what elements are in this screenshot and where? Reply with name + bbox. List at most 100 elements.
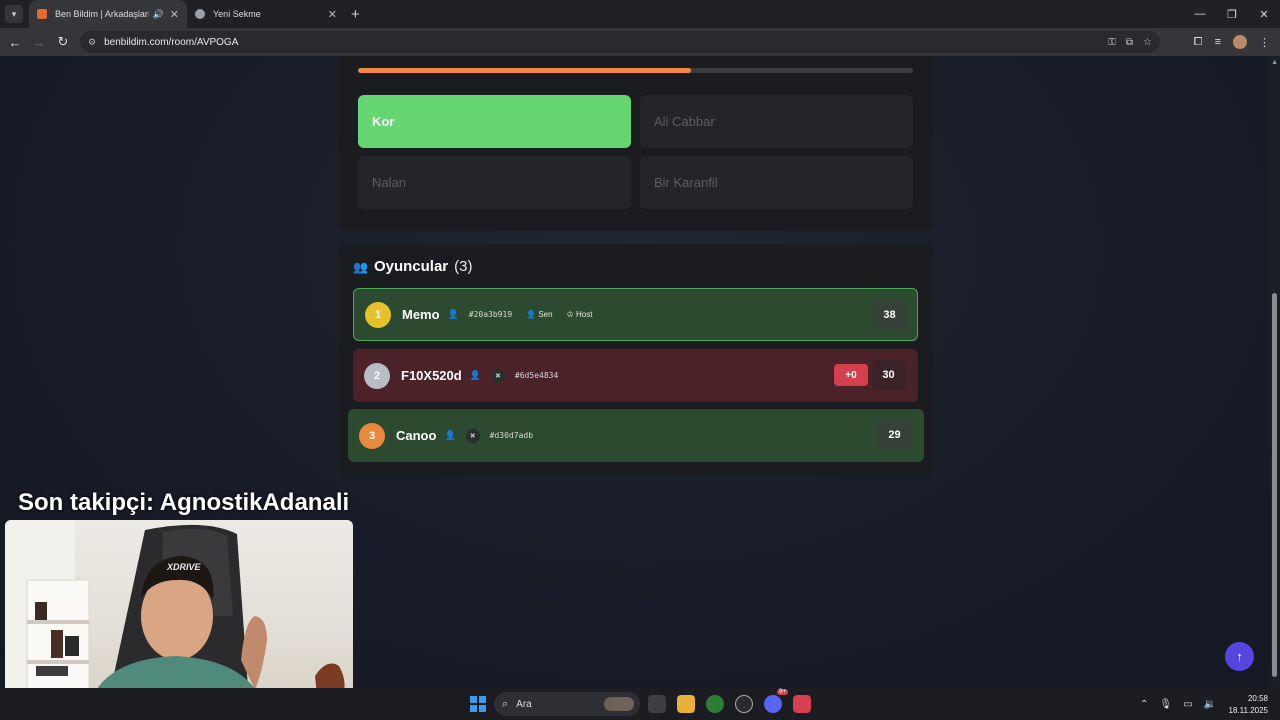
clock-time: 20:58 (1247, 694, 1268, 703)
chrome-icon (195, 9, 205, 19)
close-window-icon[interactable]: ✕ (1248, 0, 1280, 28)
file-explorer-icon[interactable] (677, 695, 695, 713)
crown-icon: ♔ (566, 310, 574, 319)
browser-toolbar: ← → ↻ ⚙ benbildim.com/room/AVPOGA ⚿ ⧉ ☆ … (0, 28, 1280, 56)
search-highlight-image (604, 697, 634, 711)
answer-label: Bir Karanfil (654, 175, 718, 190)
question-card: Kor Ali Cabbar Nalan Bir Karanfil (338, 56, 934, 231)
users-icon: 👥 (353, 259, 368, 274)
task-view-icon[interactable] (648, 695, 666, 713)
bookmark-star-icon[interactable]: ☆ (1143, 37, 1152, 48)
score-badge: 38 (873, 300, 906, 330)
window-controls: — ❐ ✕ (1184, 0, 1280, 28)
rank-badge: 3 (359, 422, 385, 449)
chair-logo: XDRIVE (167, 562, 201, 572)
player-name: F10X520d (401, 368, 462, 383)
players-heading: 👥 Oyuncular (3) (353, 258, 472, 275)
score-badge: 30 (872, 360, 905, 390)
microphone-icon[interactable]: 🎙 (1159, 699, 1172, 710)
taskbar: ⌕ Ara 9+ ⌃ 🎙 ▭ 🔉 20:58 18.11.2025 (0, 688, 1280, 720)
reload-icon[interactable]: ↻ (51, 34, 75, 50)
user-icon: 👤 (469, 370, 481, 380)
chevron-down-icon: ▾ (11, 8, 17, 19)
site-info-icon[interactable]: ⚙ (88, 37, 96, 48)
minimize-icon[interactable]: — (1184, 0, 1216, 28)
answer-label: Kor (372, 114, 395, 129)
close-tab-icon[interactable]: ✕ (170, 8, 179, 21)
rank-badge: 1 (365, 301, 391, 328)
menu-icon[interactable]: ⋮ (1259, 36, 1270, 49)
site-favicon-icon (37, 9, 47, 19)
webcam-image (5, 520, 345, 688)
windows-start-icon[interactable] (470, 696, 486, 712)
page-scrollbar[interactable]: ▲ (1270, 56, 1280, 688)
player-id: #6d5e4834 (514, 371, 559, 380)
media-control-icon[interactable]: ≡ (1215, 36, 1221, 48)
chatgpt-icon[interactable] (735, 695, 753, 713)
player-name: Canoo (396, 428, 437, 443)
tab-new[interactable]: Yeni Sekme ✕ (187, 0, 345, 28)
toolbar-right: ⧠ ≡ ⋮ (1194, 28, 1280, 56)
answer-option-3[interactable]: Nalan (358, 156, 631, 209)
user-icon: 👤 (526, 310, 537, 319)
last-follower-overlay: Son takipçi: AgnostikAdanali (18, 489, 350, 516)
score-badge: 29 (878, 420, 911, 450)
players-count: (3) (454, 258, 473, 275)
kick-user-icon[interactable]: ✖ (490, 368, 505, 383)
search-icon: ⌕ (502, 697, 509, 710)
score-delta-badge: +0 (834, 364, 868, 386)
answer-option-1[interactable]: Kor (358, 95, 631, 148)
player-id: #20a3b919 (468, 310, 513, 319)
kick-user-icon[interactable]: ✖ (465, 428, 480, 443)
player-row: 3 Canoo 👤 ✖ #d30d7adb 29 (348, 409, 924, 462)
taskbar-search[interactable]: ⌕ Ara (494, 692, 640, 716)
host-tag: ♔ Host (566, 310, 593, 319)
question-progress-bar (358, 68, 913, 73)
volume-icon[interactable]: 🔉 (1204, 699, 1216, 710)
you-tag: 👤 Sen (526, 310, 553, 319)
tab-title: Yeni Sekme (213, 9, 261, 19)
url-text: benbildim.com/room/AVPOGA (104, 36, 239, 48)
rank-badge: 2 (364, 362, 390, 389)
profile-avatar[interactable] (1233, 35, 1247, 49)
clock-date: 18.11.2025 (1228, 706, 1268, 715)
tab-strip: ▾ Ben Bildim | Arkadaşlarınla 🔊 ✕ Yeni S… (0, 0, 1280, 28)
key-icon[interactable]: ⚿ (1108, 37, 1116, 48)
chevron-up-icon[interactable]: ⌃ (1140, 699, 1148, 710)
player-name: Memo (402, 307, 440, 322)
restore-icon[interactable]: ❐ (1216, 0, 1248, 28)
page-viewport: Kor Ali Cabbar Nalan Bir Karanfil 👥 Oyun… (0, 56, 1280, 688)
speaker-icon[interactable]: 🔊 (153, 9, 164, 20)
scroll-up-icon[interactable]: ▲ (1271, 59, 1278, 66)
chrome-icon[interactable] (706, 695, 724, 713)
taskbar-clock[interactable]: 20:58 18.11.2025 (1229, 693, 1268, 717)
back-icon[interactable]: ← (3, 35, 27, 50)
players-title: Oyuncular (373, 258, 449, 275)
scrollbar-thumb[interactable] (1272, 293, 1277, 677)
scroll-to-top-button[interactable]: ↑ (1225, 642, 1254, 671)
install-icon[interactable]: ⧉ (1126, 37, 1133, 48)
taskbar-search-placeholder: Ara (516, 698, 532, 710)
forward-icon[interactable]: → (27, 35, 51, 50)
extensions-icon[interactable]: ⧠ (1194, 36, 1203, 49)
notification-badge: 9+ (777, 689, 788, 695)
tab-search-button[interactable]: ▾ (5, 5, 23, 23)
player-row: 1 Memo 👤 #20a3b919 👤 Sen ♔ Host 38 (353, 288, 918, 341)
tab-benbildim[interactable]: Ben Bildim | Arkadaşlarınla 🔊 ✕ (29, 0, 187, 28)
players-panel: 👥 Oyuncular (3) 1 Memo 👤 #20a3b919 👤 Sen… (338, 244, 934, 476)
answer-option-2[interactable]: Ali Cabbar (640, 95, 913, 148)
webcam-overlay: XDRIVE (5, 520, 353, 688)
answer-label: Ali Cabbar (654, 114, 715, 129)
answer-option-4[interactable]: Bir Karanfil (640, 156, 913, 209)
address-bar[interactable]: ⚙ benbildim.com/room/AVPOGA ⚿ ⧉ ☆ (80, 31, 1160, 53)
discord-icon[interactable]: 9+ (764, 689, 788, 713)
user-icon: 👤 (447, 309, 459, 319)
arrow-up-icon: ↑ (1236, 649, 1243, 664)
streaming-app-icon[interactable] (793, 695, 811, 713)
omnibox-actions: ⚿ ⧉ ☆ (1108, 31, 1152, 53)
tab-title: Ben Bildim | Arkadaşlarınla (55, 9, 149, 19)
system-tray: ⌃ 🎙 ▭ 🔉 (1140, 688, 1216, 720)
display-icon[interactable]: ▭ (1183, 699, 1192, 710)
new-tab-button[interactable]: + (351, 6, 360, 23)
close-tab-icon[interactable]: ✕ (328, 8, 337, 21)
